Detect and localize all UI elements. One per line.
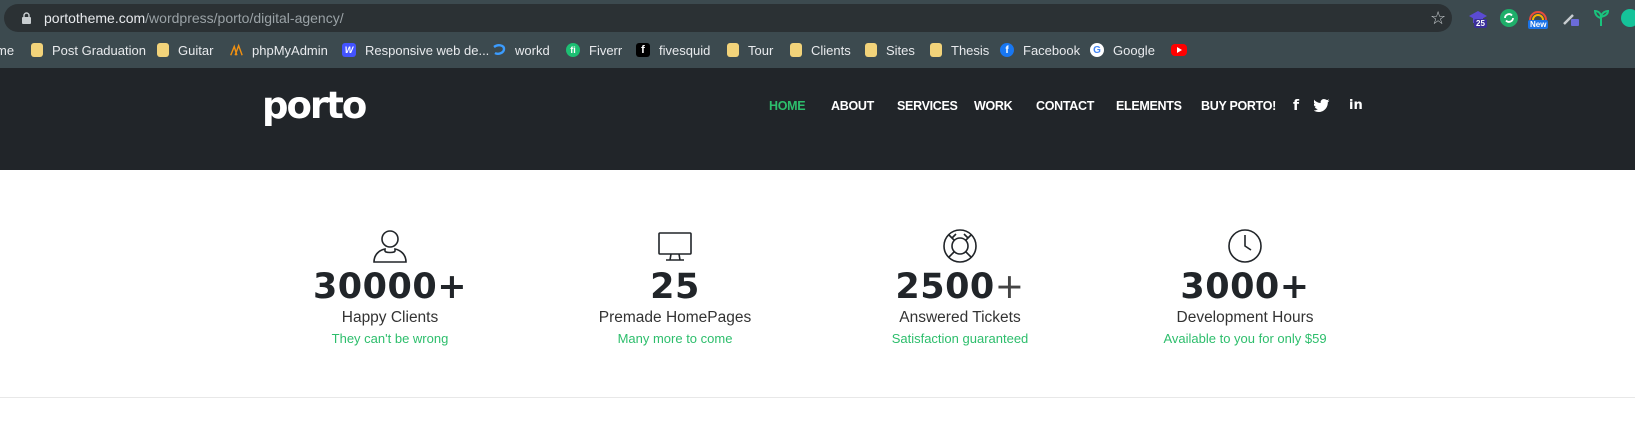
nav-elements[interactable]: ELEMENTS: [1116, 98, 1182, 114]
site-header: porto HOME ABOUT SERVICES WORK CONTACT E…: [0, 68, 1635, 170]
nav-home[interactable]: HOME: [769, 98, 806, 114]
counter-label: Happy Clients: [341, 309, 439, 326]
bookmark-phpmyadmin[interactable]: phpMyAdmin: [229, 40, 328, 60]
user-icon: [373, 230, 407, 263]
bookmark-label: Facebook: [1023, 42, 1081, 58]
bookmark-sites[interactable]: Sites: [865, 40, 915, 60]
bookmark-workd[interactable]: workd: [492, 40, 550, 60]
webflow-icon: W: [342, 43, 356, 57]
counter-number: 30000+: [312, 267, 468, 307]
facebook-icon[interactable]: f: [1293, 98, 1299, 114]
phpmyadmin-icon: [229, 43, 243, 57]
counter-premade-homepages: 25 Premade HomePages Many more to come: [525, 228, 825, 347]
url-host: portotheme.com: [44, 10, 146, 26]
new-badge: New: [1528, 20, 1549, 29]
google-icon: G: [1090, 43, 1104, 57]
youtube-icon: [1171, 44, 1187, 56]
bookmark-google[interactable]: G Google: [1090, 40, 1155, 60]
nav-about[interactable]: ABOUT: [831, 98, 874, 114]
counter-label: Answered Tickets: [899, 309, 1021, 326]
bookmark-label: Tour: [748, 42, 774, 58]
folder-icon: [790, 43, 802, 57]
bookmark-label: Responsive web de...: [365, 42, 490, 58]
bookmark-post-graduation[interactable]: Post Graduation: [31, 40, 146, 60]
lifebuoy-icon: [943, 229, 977, 263]
counter-development-hours: 3000+ Development Hours Available to you…: [1095, 228, 1395, 347]
nav-services[interactable]: SERVICES: [897, 98, 958, 114]
counter-number: 2500+: [895, 267, 1025, 307]
bookmark-label: Google: [1113, 42, 1155, 58]
counter-label: Premade HomePages: [598, 309, 752, 326]
bookmark-guitar[interactable]: Guitar: [157, 40, 213, 60]
counter-subtext: Satisfaction guaranteed: [891, 331, 1029, 346]
counter-number: 3000+: [1180, 267, 1310, 307]
bookmark-label: Thesis: [951, 42, 990, 58]
counter-subtext: Many more to come: [617, 331, 733, 346]
fivesquid-icon: f: [636, 43, 650, 57]
workd-icon: [492, 43, 506, 57]
extension-plant-icon[interactable]: [1591, 8, 1611, 28]
bookmark-label: fivesquid: [659, 42, 711, 58]
bookmark-fivesquid[interactable]: f fivesquid: [636, 40, 710, 60]
folder-icon: [157, 43, 169, 57]
bookmark-label: workd: [515, 42, 550, 58]
bookmark-youtube[interactable]: [1171, 40, 1196, 60]
extension-grammarly-icon[interactable]: [1620, 8, 1635, 28]
extension-graduation-icon[interactable]: 25: [1468, 8, 1488, 28]
folder-icon: [727, 43, 739, 57]
section-divider: [0, 397, 1635, 398]
folder-icon: [865, 43, 877, 57]
counter-number: 25: [650, 267, 700, 307]
counter-subtext: They can't be wrong: [331, 331, 449, 346]
bookmark-label: Sites: [886, 42, 915, 58]
counter-happy-clients: 30000+ Happy Clients They can't be wrong: [240, 228, 540, 347]
fiverr-icon: fi: [566, 43, 580, 57]
counter-answered-tickets: 2500+ Answered Tickets Satisfaction guar…: [810, 228, 1110, 347]
nav-contact[interactable]: CONTACT: [1036, 98, 1094, 114]
bookmark-clients[interactable]: Clients: [790, 40, 851, 60]
bookmark-tour[interactable]: Tour: [727, 40, 773, 60]
clock-icon: [1228, 229, 1262, 263]
nav-buy-porto[interactable]: BUY PORTO!: [1201, 98, 1276, 114]
url-text[interactable]: portotheme.com/wordpress/porto/digital-a…: [44, 10, 344, 26]
address-bar[interactable]: portotheme.com/wordpress/porto/digital-a…: [4, 4, 1452, 32]
bookmark-responsive-web-design[interactable]: W Responsive web de...: [342, 40, 489, 60]
lock-icon: [22, 12, 31, 24]
linkedin-icon[interactable]: in: [1349, 98, 1363, 114]
bookmark-label: Fiverr: [589, 42, 623, 58]
bookmark-label: Guitar: [178, 42, 214, 58]
counter-subtext: Available to you for only $59: [1163, 331, 1327, 346]
facebook-icon: f: [1000, 43, 1014, 57]
bookmarks-bar: me Post Graduation Guitar phpMyAdmin W R…: [0, 36, 1635, 64]
folder-icon: [31, 43, 43, 57]
nav-work[interactable]: WORK: [974, 98, 1013, 114]
extension-refresh-icon[interactable]: [1499, 8, 1519, 28]
bookmark-label: Post Graduation: [52, 42, 146, 58]
extension-rainbow-icon[interactable]: New: [1528, 8, 1549, 29]
url-path: /wordpress/porto/digital-agency/: [145, 10, 344, 26]
bookmark-label: phpMyAdmin: [252, 42, 328, 58]
bookmark-thesis[interactable]: Thesis: [930, 40, 989, 60]
monitor-icon: [658, 232, 692, 261]
extension-badge: 25: [1474, 19, 1487, 28]
porto-logo[interactable]: porto: [262, 84, 367, 128]
bookmark-fiverr[interactable]: fi Fiverr: [566, 40, 622, 60]
browser-chrome: portotheme.com/wordpress/porto/digital-a…: [0, 0, 1635, 68]
bookmark-label: me: [0, 42, 15, 58]
bookmark-star-icon[interactable]: ☆: [1430, 7, 1446, 29]
bookmark-facebook[interactable]: f Facebook: [1000, 40, 1080, 60]
bookmark-label: Clients: [811, 42, 851, 58]
extension-eyedropper-icon[interactable]: [1560, 8, 1580, 28]
counter-label: Development Hours: [1176, 309, 1314, 326]
twitter-icon[interactable]: [1313, 99, 1330, 116]
bookmark-me[interactable]: me: [0, 40, 14, 60]
folder-icon: [930, 43, 942, 57]
